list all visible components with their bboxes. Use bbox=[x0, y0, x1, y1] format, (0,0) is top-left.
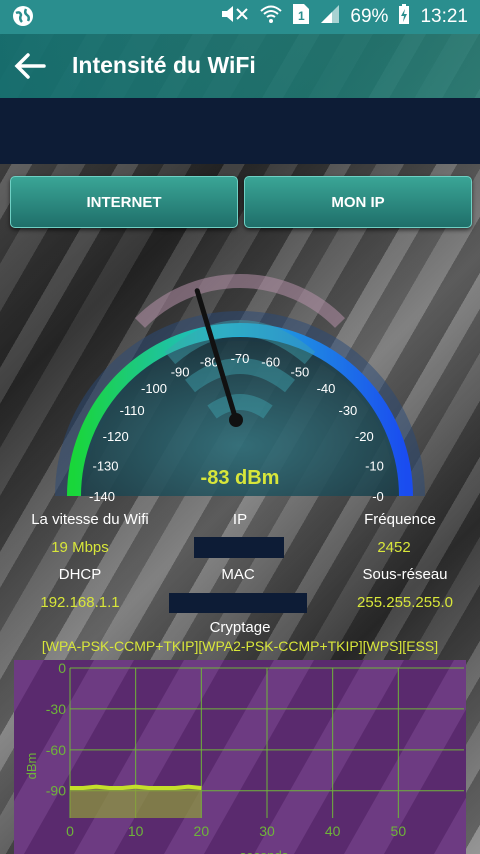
signal-reading: -83 dBm bbox=[201, 467, 280, 489]
graph-x-axis-label: seconds bbox=[240, 848, 289, 854]
gauge-tick-label: -20 bbox=[355, 429, 374, 444]
graph-y-tick: -90 bbox=[46, 783, 66, 799]
graph-x-tick: 40 bbox=[325, 823, 341, 839]
needle-hub bbox=[229, 413, 243, 427]
ip-value-redacted bbox=[194, 537, 284, 558]
wifi-icon bbox=[260, 4, 283, 30]
page-title: Intensité du WiFi bbox=[72, 52, 256, 78]
graph-series-line bbox=[70, 784, 202, 790]
gauge-tick-label: -90 bbox=[171, 365, 190, 380]
battery-charging-icon bbox=[398, 3, 410, 31]
graph-x-tick: 30 bbox=[259, 823, 275, 839]
app-bar: Intensité du WiFi bbox=[0, 34, 480, 98]
mute-icon bbox=[220, 5, 250, 29]
my-ip-button[interactable]: MON IP bbox=[244, 176, 472, 228]
gauge-tick-label: -50 bbox=[291, 365, 310, 380]
mac-label: MAC bbox=[221, 566, 255, 583]
speed-label: La vitesse du Wifi bbox=[31, 511, 149, 528]
gauge-tick-label: -100 bbox=[141, 381, 167, 396]
ip-label: IP bbox=[232, 511, 248, 528]
signal-gauge: -140-130-120-110-100-90-80 -70 -60-50-40-3… bbox=[55, 274, 425, 504]
graph-y-tick: 0 bbox=[58, 660, 66, 676]
frequency-value: 2452 bbox=[377, 539, 411, 556]
graph-series bbox=[70, 784, 202, 818]
gauge-tick-label: -40 bbox=[317, 381, 336, 396]
crypto-label: Cryptage bbox=[209, 619, 271, 636]
battery-percent: 69% bbox=[350, 6, 389, 27]
frequency-label: Fréquence bbox=[364, 511, 436, 528]
signal-icon bbox=[320, 4, 340, 30]
gauge-tick-label: -30 bbox=[339, 403, 358, 418]
gauge-tick-label: -110 bbox=[120, 403, 145, 418]
gauge-tick-label: -0 bbox=[372, 489, 384, 504]
sim-icon: 1 bbox=[292, 3, 310, 31]
graph-y-tick: -30 bbox=[46, 701, 66, 717]
back-arrow-icon[interactable] bbox=[14, 51, 46, 81]
mac-value-redacted bbox=[169, 593, 307, 613]
svg-text:1: 1 bbox=[298, 9, 305, 23]
gauge-tick-label: -120 bbox=[103, 429, 129, 444]
graph-y-tick: -60 bbox=[46, 742, 66, 758]
ad-banner[interactable] bbox=[0, 98, 480, 164]
internet-button[interactable]: INTERNET bbox=[10, 176, 238, 228]
graph-y-axis-label: dBm bbox=[24, 753, 39, 780]
graph-x-tick: 0 bbox=[66, 823, 74, 839]
graph-series-area bbox=[70, 786, 202, 818]
subnet-value: 255.255.255.0 bbox=[357, 594, 453, 611]
graph-x-tick: 20 bbox=[194, 823, 210, 839]
gauge-tick-label: -140 bbox=[89, 489, 115, 504]
graph-x-tick: 50 bbox=[391, 823, 407, 839]
gauge-tick-label: -130 bbox=[92, 458, 118, 473]
gauge-tick-label: -10 bbox=[365, 458, 384, 473]
signal-history-graph: 0 -30 -60 -90 0 10 20 30 40 50 dBm seconds bbox=[14, 660, 466, 854]
dhcp-label: DHCP bbox=[58, 566, 102, 583]
dhcp-value: 192.168.1.1 bbox=[40, 594, 120, 611]
crypto-value: [WPA-PSK-CCMP+TKIP][WPA2-PSK-CCMP+TKIP][… bbox=[41, 638, 439, 654]
status-bar: 1 69% 13:21 bbox=[0, 0, 480, 34]
speed-value: 19 Mbps bbox=[51, 539, 109, 556]
subnet-label: Sous-réseau bbox=[362, 566, 448, 583]
gauge-tick-label: -70 bbox=[231, 351, 250, 366]
globe-icon bbox=[12, 5, 34, 33]
gauge-tick-label: -60 bbox=[261, 355, 280, 370]
clock: 13:21 bbox=[420, 6, 468, 27]
graph-x-tick: 10 bbox=[128, 823, 144, 839]
